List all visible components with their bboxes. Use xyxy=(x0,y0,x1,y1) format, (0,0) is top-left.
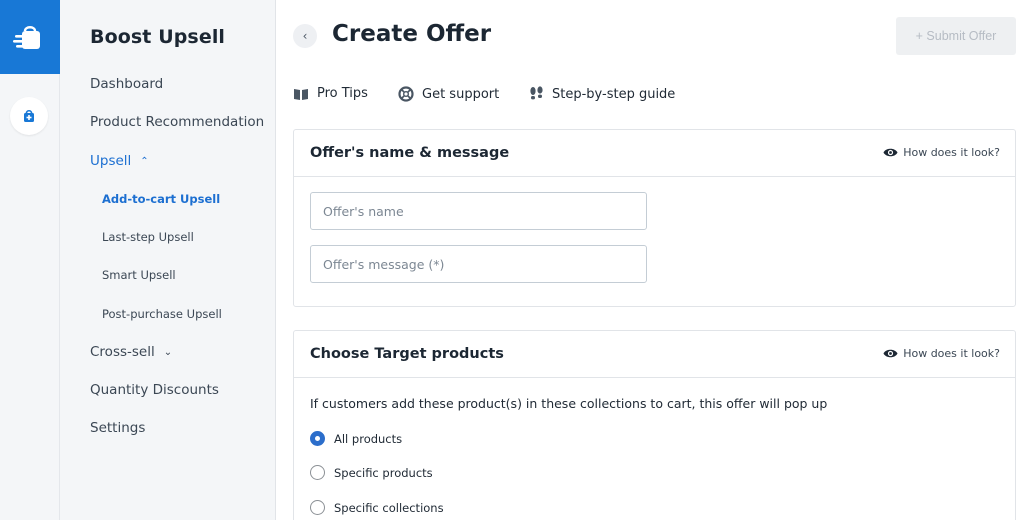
radio-button[interactable] xyxy=(310,500,325,515)
get-support-link[interactable]: Get support xyxy=(398,86,499,102)
sidebar-item-label: Cross-sell xyxy=(90,344,155,360)
target-products-card: Choose Target products How does it look?… xyxy=(293,330,1016,520)
app-rail xyxy=(0,0,60,520)
sidebar-item-product-recommendation[interactable]: Product Recommendation xyxy=(90,114,264,130)
footsteps-icon xyxy=(530,86,543,100)
page-title: Create Offer xyxy=(332,21,492,47)
target-products-card-title: Choose Target products xyxy=(310,346,504,362)
pro-tips-link[interactable]: Pro Tips xyxy=(293,86,368,101)
main-content: ‹ Create Offer + Submit Offer Pro Tips G… xyxy=(276,0,1024,520)
boost-upsell-logo-icon[interactable] xyxy=(0,0,60,74)
radio-specific-products[interactable]: Specific products xyxy=(310,465,433,480)
eye-icon xyxy=(883,148,898,157)
radio-label: Specific collections xyxy=(334,500,444,515)
radio-label: Specific products xyxy=(334,465,433,480)
how-does-it-look-label: How does it look? xyxy=(903,347,1000,360)
sidebar-item-label: Dashboard xyxy=(90,76,164,92)
radio-specific-collections[interactable]: Specific collections xyxy=(310,500,444,515)
how-does-it-look-label: How does it look? xyxy=(903,146,1000,159)
sidebar-item-label: Quantity Discounts xyxy=(90,382,219,398)
get-support-label: Get support xyxy=(422,86,500,102)
radio-all-products[interactable]: All products xyxy=(310,431,402,446)
chevron-up-icon: ⌃ xyxy=(140,155,149,167)
chevron-left-icon: ‹ xyxy=(302,29,308,43)
offer-name-card-title: Offer's name & message xyxy=(310,145,510,161)
pro-tips-label: Pro Tips xyxy=(317,86,368,101)
sidebar: Boost Upsell Dashboard Product Recommend… xyxy=(60,0,276,520)
radio-label: All products xyxy=(334,431,403,446)
target-products-description: If customers add these product(s) in the… xyxy=(310,396,828,411)
sidebar-item-label: Settings xyxy=(90,420,146,436)
offer-name-card: Offer's name & message How does it look? xyxy=(293,129,1016,307)
sidebar-item-quantity-discounts[interactable]: Quantity Discounts xyxy=(90,382,219,398)
lifebuoy-icon xyxy=(398,86,414,102)
sidebar-subitem-post-purchase-upsell[interactable]: Post-purchase Upsell xyxy=(102,307,222,321)
sidebar-item-label: Upsell xyxy=(90,153,132,169)
sidebar-subitem-smart-upsell[interactable]: Smart Upsell xyxy=(102,268,176,282)
shopping-bag-icon[interactable] xyxy=(10,97,48,135)
offer-name-card-header: Offer's name & message How does it look? xyxy=(294,130,1015,177)
offer-message-input[interactable] xyxy=(310,245,647,283)
submit-offer-button[interactable]: + Submit Offer xyxy=(896,17,1016,55)
sidebar-subitem-last-step-upsell[interactable]: Last-step Upsell xyxy=(102,230,194,244)
sidebar-item-cross-sell[interactable]: Cross-sell ⌄ xyxy=(90,344,172,360)
step-by-step-guide-label: Step-by-step guide xyxy=(552,86,676,102)
radio-button[interactable] xyxy=(310,465,325,480)
target-products-card-header: Choose Target products How does it look? xyxy=(294,331,1015,378)
offer-name-input[interactable] xyxy=(310,192,647,230)
chevron-down-icon: ⌄ xyxy=(163,346,173,358)
sidebar-item-dashboard[interactable]: Dashboard xyxy=(90,76,163,92)
offer-preview-link[interactable]: How does it look? xyxy=(883,146,1000,159)
app-brand-title: Boost Upsell xyxy=(90,26,226,48)
book-icon xyxy=(294,88,308,100)
step-by-step-guide-link[interactable]: Step-by-step guide xyxy=(529,86,675,102)
sidebar-item-settings[interactable]: Settings xyxy=(90,420,145,436)
target-preview-link[interactable]: How does it look? xyxy=(883,347,1000,360)
sidebar-item-upsell[interactable]: Upsell ⌃ xyxy=(90,153,149,169)
sidebar-subitem-add-to-cart-upsell[interactable]: Add-to-cart Upsell xyxy=(102,192,220,206)
back-button[interactable]: ‹ xyxy=(293,24,317,48)
radio-button-selected[interactable] xyxy=(310,431,325,446)
eye-icon xyxy=(883,349,898,358)
sidebar-item-label: Product Recommendation xyxy=(90,114,265,130)
